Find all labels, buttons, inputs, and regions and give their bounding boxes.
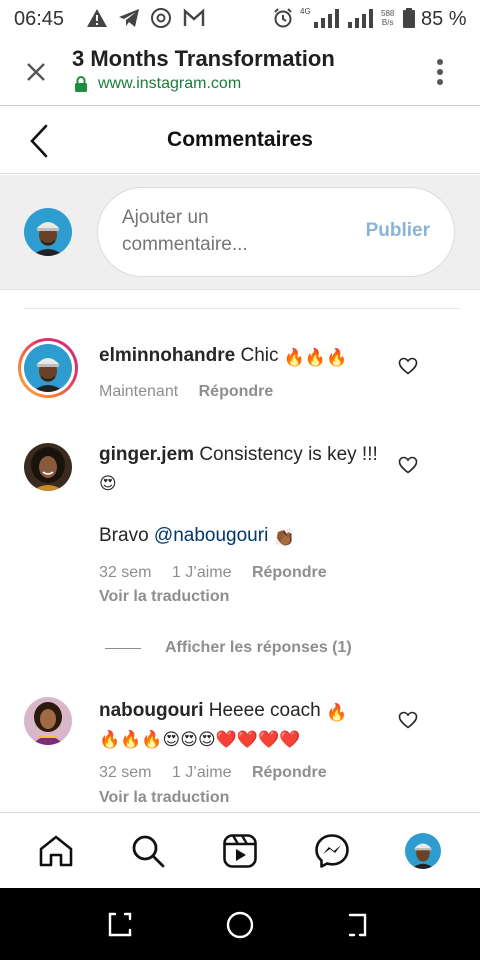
close-icon[interactable] [22,58,50,86]
like-heart-icon[interactable] [398,456,418,474]
view-replies-label[interactable]: Afficher les réponses (1) [165,639,352,657]
comment-time: 32 sem [99,764,152,781]
alarm-icon [274,8,292,28]
comment-meta: Maintenant Répondre [99,383,289,401]
comment-input[interactable] [122,204,332,262]
clap-emoji: 👏🏾 [273,528,295,547]
browser-toolbar: 3 Months Transformation www.instagram.co… [0,38,480,106]
comment-time: Maintenant [99,383,179,400]
comment-text-line: Bravo [99,525,149,546]
comment-username[interactable]: nabougouri [99,700,203,721]
likes-count[interactable]: 1 J’aime [172,564,232,581]
like-heart-icon[interactable] [398,711,418,729]
page-title: 3 Months Transformation [72,46,335,71]
publish-button[interactable]: Publier [366,220,430,242]
divider [24,308,460,309]
back-button-icon[interactable] [345,910,375,940]
reels-icon[interactable] [222,833,258,869]
avatar [24,208,72,256]
comment-body: nabougouri Heeee coach 🔥 🔥🔥🔥😍😍😍❤️❤️❤️❤️ [99,697,379,751]
status-time: 06:45 [14,8,65,30]
mention-link[interactable]: @nabougouri [154,525,268,546]
home-icon[interactable] [38,833,74,869]
android-navigation-bar [0,888,480,960]
comment-text: Consistency is key !!! [199,444,378,465]
network-speed: 588 B/s [381,9,395,27]
replies-line [105,648,141,649]
battery-icon [403,8,415,28]
cell-signal-2-icon [348,9,373,28]
comment-text: Heeee coach [208,700,321,721]
heart-eyes-emoji: 😍 [99,474,117,493]
comment-input-wrapper: Publier [97,187,455,277]
comment-meta: 32 sem 1 J’aime Répondre [99,564,343,582]
comment-time: 32 sem [99,564,152,581]
comment-body: elminnohandre Chic 🔥🔥🔥 [99,342,389,369]
home-button-icon[interactable] [225,910,255,940]
lock-icon[interactable] [74,76,88,92]
comments-header: Commentaires [0,107,480,174]
likes-count[interactable]: 1 J’aime [172,764,232,781]
avatar[interactable] [24,697,72,745]
comment-body: ginger.jem Consistency is key !!! 😍 [99,441,384,495]
gmail-icon [183,8,205,26]
reply-button[interactable]: Répondre [199,383,274,400]
reply-button[interactable]: Répondre [252,564,327,581]
more-vert-icon[interactable] [428,56,452,88]
translate-link[interactable]: Voir la traduction [99,588,229,606]
fire-emoji: 🔥 [326,703,348,722]
translate-link[interactable]: Voir la traduction [99,789,229,807]
reply-button[interactable]: Répondre [252,764,327,781]
profile-avatar[interactable] [405,833,441,869]
comment-body-line: Bravo @nabougouri 👏🏾 [99,522,389,549]
comment-composer: Publier [0,175,480,290]
battery-percent: 85 % [421,8,467,30]
bottom-navigation [0,812,480,888]
status-bar: 06:45 4G 588 B/s 85 % [0,0,480,38]
comment-username[interactable]: elminnohandre [99,345,235,366]
emoji-line: 🔥🔥🔥😍😍😍❤️❤️❤️❤️ [99,730,301,749]
recents-icon[interactable] [105,910,135,940]
telegram-icon [119,9,139,27]
comment-meta: 32 sem 1 J’aime Répondre [99,764,343,782]
page-url[interactable]: www.instagram.com [98,75,241,93]
comment-text: Chic [240,345,279,366]
avatar[interactable] [24,443,72,491]
cell-signal-icon [314,9,339,28]
chrome-icon [151,8,171,28]
search-icon[interactable] [130,833,166,869]
comment-username[interactable]: ginger.jem [99,444,194,465]
like-heart-icon[interactable] [398,357,418,375]
view-replies-button[interactable]: Afficher les réponses (1) [105,637,405,661]
fire-emoji: 🔥🔥🔥 [283,348,348,367]
avatar[interactable] [18,338,78,398]
warning-icon [87,9,107,27]
header-title: Commentaires [167,128,313,151]
messenger-icon[interactable] [314,833,350,869]
